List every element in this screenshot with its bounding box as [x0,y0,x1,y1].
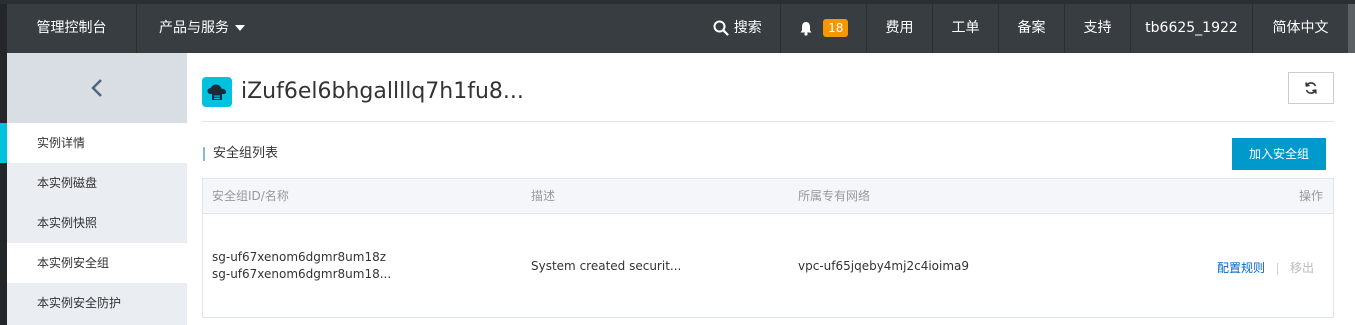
top-navigation-bar: 管理控制台 产品与服务 搜索 18 费用 工单 备案 支持 tb6625_192… [0,0,1355,53]
column-header-vpc: 所属专有网络 [798,189,871,203]
title-divider [202,121,1334,122]
row-actions: 配置规则 移出 [1217,259,1314,276]
table-header: 安全组ID/名称 描述 所属专有网络 操作 [203,179,1333,214]
sidebar-item-instance-security-protection[interactable]: 本实例安全防护 [7,283,187,323]
topbar-right-edge [1348,4,1355,53]
notification-count-badge: 18 [823,19,849,37]
security-group-vpc: vpc-uf65jqeby4mj2c4ioima9 [798,259,970,273]
back-button[interactable] [7,53,187,123]
add-security-group-button[interactable]: 加入安全组 [1232,138,1326,170]
icp-filing-link[interactable]: 备案 [998,4,1064,53]
refresh-button[interactable] [1288,72,1334,104]
column-header-id-name: 安全组ID/名称 [212,189,289,203]
page-title: iZuf6el6bhgallllq7h1fu8... [241,79,524,104]
search-icon [713,20,729,36]
search-label: 搜索 [733,20,762,36]
security-group-description: System created securit... [531,259,682,273]
security-group-name: sg-uf67xenom6dgmr8um18... [212,267,392,281]
notifications-button[interactable]: 18 [780,4,866,53]
search-button[interactable]: 搜索 [695,4,780,53]
left-gutter [0,53,7,325]
section-marker [203,147,205,161]
refresh-icon [1305,82,1317,94]
sidebar-item-instance-disks[interactable]: 本实例磁盘 [7,163,187,203]
bell-icon [800,21,812,36]
chevron-left-icon [91,79,102,97]
remove-link[interactable]: 移出 [1290,261,1314,275]
sidebar-item-instance-details[interactable]: 实例详情 [0,123,187,163]
language-selector[interactable]: 简体中文 [1252,4,1348,53]
security-group-id: sg-uf67xenom6dgmr8um18z [212,250,387,264]
topbar-left-edge [0,4,7,53]
cloud-server-icon [202,77,232,107]
console-home-link[interactable]: 管理控制台 [7,4,137,53]
user-account-menu[interactable]: tb6625_1922 [1130,4,1252,53]
column-header-actions: 操作 [1298,189,1323,203]
products-services-label: 产品与服务 [159,20,229,36]
main-content: iZuf6el6bhgallllq7h1fu8... 安全组列表 加入安全组 安… [187,53,1348,325]
configure-rules-link[interactable]: 配置规则 [1217,261,1265,275]
sidebar: 实例详情 本实例磁盘 本实例快照 本实例安全组 本实例安全防护 [0,53,187,325]
ticket-link[interactable]: 工单 [932,4,998,53]
security-group-table: 安全组ID/名称 描述 所属专有网络 操作 sg-uf67xenom6dgmr8… [202,178,1334,318]
chevron-down-icon [235,25,245,31]
sidebar-item-instance-snapshots[interactable]: 本实例快照 [7,203,187,243]
support-link[interactable]: 支持 [1064,4,1130,53]
section-title: 安全组列表 [213,146,279,161]
column-header-description: 描述 [531,189,556,203]
sidebar-item-instance-security-groups[interactable]: 本实例安全组 [7,243,187,283]
action-separator [1277,262,1279,275]
products-services-menu[interactable]: 产品与服务 [137,4,267,53]
billing-link[interactable]: 费用 [866,4,932,53]
